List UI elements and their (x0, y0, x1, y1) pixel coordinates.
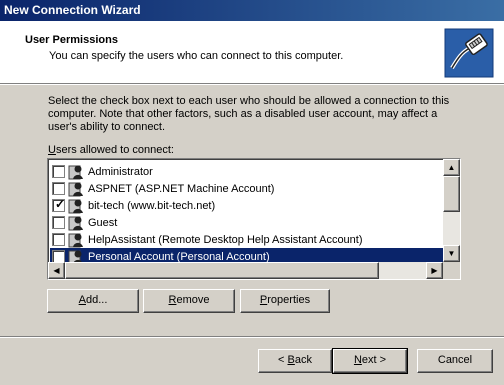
header-divider (0, 83, 504, 85)
remove-button[interactable]: Remove (143, 289, 235, 313)
add-button[interactable]: Add... (47, 289, 139, 313)
list-item[interactable]: ✓ bit-tech (www.bit-tech.net) (50, 197, 443, 214)
page-title: User Permissions (25, 34, 118, 46)
horizontal-scrollbar[interactable]: ◀ ▶ (48, 262, 443, 279)
network-cable-icon (444, 28, 494, 78)
next-button-key: N (353, 354, 362, 366)
properties-button[interactable]: Properties (240, 289, 330, 313)
next-button[interactable]: Next > (332, 348, 408, 374)
user-label: Personal Account (Personal Account) (88, 250, 270, 263)
user-checkbox[interactable] (52, 165, 65, 178)
list-item[interactable]: Guest (50, 214, 443, 231)
vertical-scrollbar[interactable]: ▲ ▼ (443, 159, 460, 262)
user-checkbox[interactable] (52, 182, 65, 195)
users-listbox[interactable]: Administrator ASPNET (ASP.NET Machine Ac… (47, 158, 461, 280)
list-item[interactable]: Administrator (50, 163, 443, 180)
cancel-button-label: Cancel (437, 354, 473, 366)
user-checkbox[interactable] (52, 233, 65, 246)
scroll-down-button[interactable]: ▼ (443, 245, 460, 262)
footer-divider (0, 336, 504, 338)
list-item[interactable]: HelpAssistant (Remote Desktop Help Assis… (50, 231, 443, 248)
user-label: HelpAssistant (Remote Desktop Help Assis… (88, 233, 363, 246)
scroll-up-button[interactable]: ▲ (443, 159, 460, 176)
user-label: ASPNET (ASP.NET Machine Account) (88, 182, 275, 195)
instructions-text: Select the check box next to each user w… (48, 95, 450, 133)
user-label: bit-tech (www.bit-tech.net) (88, 199, 216, 212)
add-button-label: dd... (85, 294, 108, 306)
users-list-label-key: U (48, 144, 56, 156)
remove-button-label: emove (176, 294, 210, 306)
user-icon (68, 182, 83, 196)
wizard-header: User Permissions You can specify the use… (0, 21, 504, 83)
user-label: Guest (88, 216, 118, 229)
user-icon (68, 233, 83, 247)
vertical-scroll-thumb[interactable] (443, 176, 460, 212)
user-icon (68, 165, 83, 179)
list-item[interactable]: ASPNET (ASP.NET Machine Account) (50, 180, 443, 197)
back-button-label: ack (294, 354, 312, 366)
back-button-prefix: < (278, 354, 288, 366)
user-icon (68, 216, 83, 230)
user-checkbox[interactable] (52, 216, 65, 229)
add-button-key: A (78, 294, 86, 306)
checkmark-icon: ✓ (55, 197, 66, 211)
users-list-label: Users allowed to connect: (48, 144, 174, 156)
user-icon (68, 199, 83, 213)
window-title: New Connection Wizard (4, 3, 141, 17)
title-bar: New Connection Wizard (0, 0, 504, 21)
cancel-button[interactable]: Cancel (417, 349, 493, 373)
page-subtitle: You can specify the users who can connec… (49, 50, 344, 62)
properties-button-label: roperties (267, 294, 311, 306)
user-label: Administrator (88, 165, 153, 178)
horizontal-scroll-thumb[interactable] (65, 262, 379, 279)
users-list-label-text: sers allowed to connect: (55, 144, 174, 156)
back-button-key: B (287, 354, 295, 366)
scroll-left-button[interactable]: ◀ (48, 262, 65, 279)
user-checkbox[interactable]: ✓ (52, 197, 66, 212)
scrollbar-corner (443, 262, 460, 279)
next-button-label: ext > (361, 354, 387, 366)
scroll-right-button[interactable]: ▶ (426, 262, 443, 279)
back-button[interactable]: < Back (258, 349, 332, 373)
